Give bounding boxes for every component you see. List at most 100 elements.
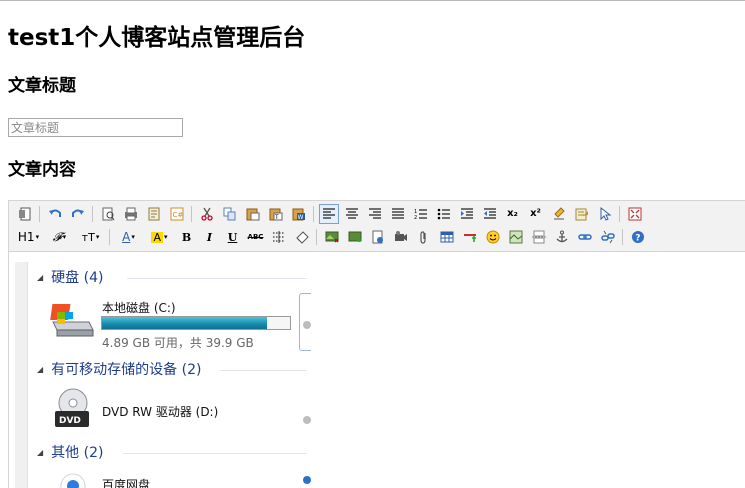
align-center-icon[interactable] [342,204,362,224]
paste-word-icon[interactable]: W [289,204,309,224]
font-family-label: 𝓕 [52,230,62,244]
underline-icon[interactable]: U [223,227,243,247]
top-divider [0,0,745,1]
toolbar-separator [191,206,192,222]
select-all-icon[interactable] [572,204,592,224]
redo-icon[interactable] [68,204,88,224]
c-drive-usage-fill [102,317,267,329]
baidu-map-icon[interactable] [506,227,526,247]
template-icon[interactable] [144,204,164,224]
cut-icon[interactable] [197,204,217,224]
article-title-input[interactable] [8,118,183,137]
code-icon[interactable]: C# [167,204,187,224]
undo-icon[interactable] [45,204,65,224]
chevron-down-icon: ▾ [35,232,40,241]
toolbar-separator [622,229,623,245]
source-icon[interactable] [15,204,35,224]
font-size-label: тT [81,230,95,244]
flash-icon[interactable] [368,227,388,247]
fullscreen-icon[interactable] [625,204,645,224]
italic-icon[interactable]: I [200,227,220,247]
toolbar-separator [316,229,317,245]
emoticon-icon[interactable] [483,227,503,247]
svg-text:?: ? [635,234,640,244]
heading-label: H1 [17,230,35,244]
align-justify-icon[interactable] [388,204,408,224]
superscript-icon[interactable]: x² [526,204,546,224]
group-removable-storage-label: 有可移动存储的设备 (2) [51,362,202,378]
font-color-label: A [122,230,131,244]
strikethrough-icon[interactable]: ABC [246,227,266,247]
drive-tile-icon-edge [303,321,311,329]
highlight-color-menu[interactable]: A ▾ [146,227,174,247]
device-c-drive-space: 4.89 GB 可用，共 39.9 GB [102,336,254,350]
toolbar-row-2: H1 ▾ 𝓕 ▾ тT ▾ A ▾ A ▾ B I U ABC ? [13,226,649,248]
group-hard-disks-label: 硬盘 (4) [51,270,104,286]
preview-icon[interactable] [98,204,118,224]
rich-text-editor[interactable]: C# T W 12 x₂ x² H1 ▾ 𝓕 ▾ тT ▾ A ▾ A ▾ B … [8,200,745,488]
table-icon[interactable] [437,227,457,247]
font-family-menu[interactable]: 𝓕 ▾ [46,227,74,247]
group-other[interactable]: ◢ 其他 (2) [37,441,103,463]
outdent-icon[interactable] [480,204,500,224]
subscript-label: x₂ [507,208,518,219]
explorer-nav-pane [15,262,28,488]
collapse-triangle-icon: ◢ [37,272,44,282]
print-icon[interactable] [121,204,141,224]
bold-icon[interactable]: B [177,227,197,247]
link-icon[interactable] [575,227,595,247]
align-left-icon[interactable] [318,204,339,224]
svg-text:T: T [274,214,279,221]
group-divider [127,278,307,279]
chevron-down-icon: ▾ [164,232,168,241]
group-divider [123,453,307,454]
unlink-icon[interactable] [598,227,618,247]
multi-image-icon[interactable] [345,227,365,247]
group-divider [220,370,307,371]
article-content-label: 文章内容 [8,160,76,180]
dvd-icon-label: DVD [59,416,81,426]
dvd-drive-icon: DVD [55,388,89,427]
font-color-menu[interactable]: A ▾ [115,227,143,247]
anchor-icon[interactable] [552,227,572,247]
media-icon[interactable] [391,227,411,247]
c-drive-usage-bar [101,316,291,330]
ordered-list-icon[interactable]: 12 [411,204,431,224]
help-icon[interactable]: ? [628,227,648,247]
indent-icon[interactable] [457,204,477,224]
group-hard-disks[interactable]: ◢ 硬盘 (4) [37,266,103,288]
attachment-icon[interactable] [414,227,434,247]
page-break-icon[interactable] [529,227,549,247]
toolbar-separator [109,229,110,245]
line-height-icon[interactable] [269,227,289,247]
image-icon[interactable] [322,227,342,247]
unordered-list-icon[interactable] [434,204,454,224]
device-baidu-netdisk-name: 百度网盘 [102,478,151,488]
bold-label: B [181,230,192,244]
heading-menu[interactable]: H1 ▾ [15,227,43,247]
highlight-label: A [151,230,163,244]
cursor-icon[interactable] [595,204,615,224]
svg-text:2: 2 [414,215,417,220]
clear-format-icon[interactable] [549,204,569,224]
font-size-menu[interactable]: тT ▾ [77,227,105,247]
paste-text-icon[interactable]: T [266,204,286,224]
subscript-icon[interactable]: x₂ [503,204,523,224]
eraser-icon[interactable] [292,227,312,247]
group-removable-storage[interactable]: ◢ 有可移动存储的设备 (2) [37,358,201,380]
collapse-triangle-icon: ◢ [37,447,44,457]
horizontal-rule-icon[interactable] [460,227,480,247]
align-right-icon[interactable] [365,204,385,224]
drive-tile-icon-edge [303,416,311,424]
drive-tile-icon-edge [303,476,311,484]
editor-toolbar: C# T W 12 x₂ x² H1 ▾ 𝓕 ▾ тT ▾ A ▾ A ▾ B … [9,201,745,252]
paste-icon[interactable] [243,204,263,224]
toolbar-separator [39,206,40,222]
toolbar-separator [92,206,93,222]
article-title-label: 文章标题 [8,76,76,96]
toolbar-separator [619,206,620,222]
superscript-label: x² [530,208,541,219]
svg-text:W: W [297,214,303,221]
svg-text:C#: C# [172,211,183,219]
copy-icon[interactable] [220,204,240,224]
